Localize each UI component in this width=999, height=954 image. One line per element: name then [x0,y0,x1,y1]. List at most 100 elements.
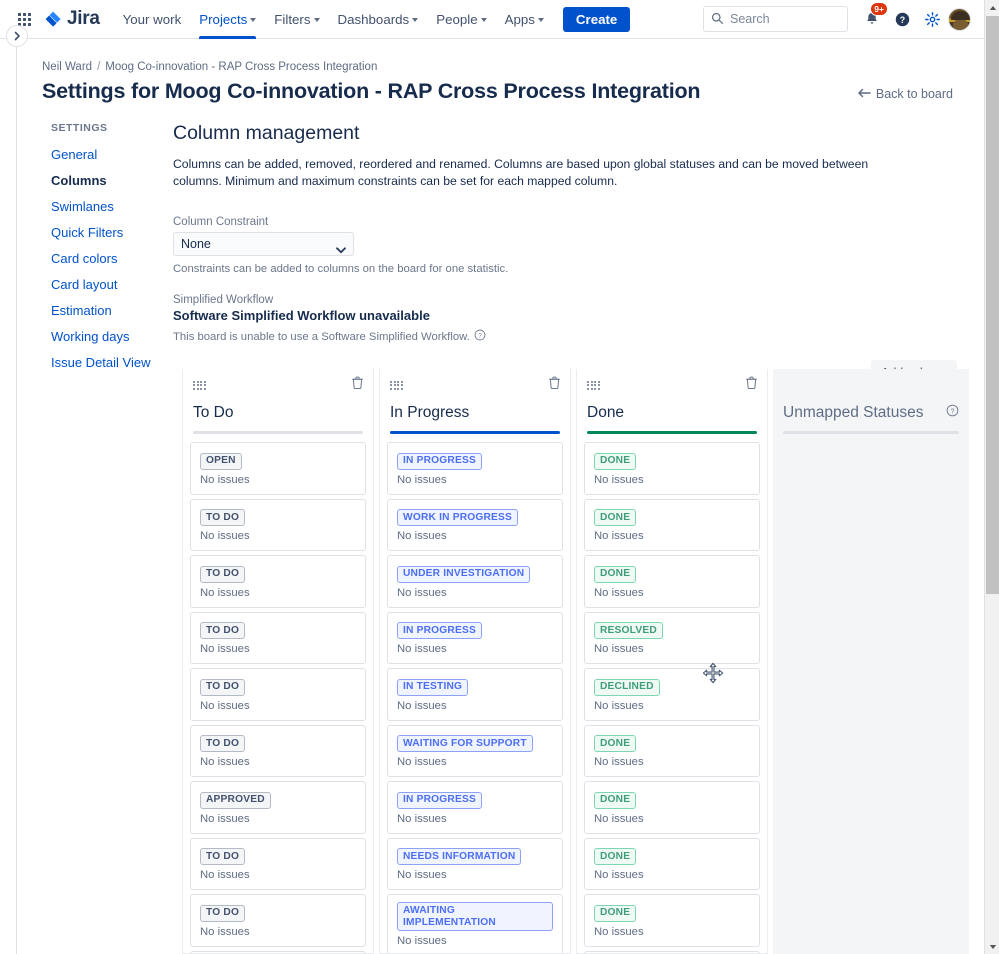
column-title[interactable]: To Do [193,404,363,422]
breadcrumb-project[interactable]: Moog Co-innovation - RAP Cross Process I… [105,61,377,73]
column-header: Done [577,369,767,434]
jira-logo-icon [44,10,63,29]
status-card[interactable]: OPEN No issues [190,442,366,495]
status-card[interactable]: WAITING FOR SUPPORT No issues [387,724,563,777]
settings-gear-button[interactable] [918,5,946,33]
jira-logo[interactable]: Jira [44,8,100,30]
title-row: Settings for Moog Co-innovation - RAP Cr… [42,79,953,104]
nav-your-work[interactable]: Your work [114,0,191,39]
sidebar-item-general[interactable]: General [51,142,173,168]
status-card[interactable]: IN PROGRESS No issues [387,611,563,664]
search-box[interactable] [703,6,848,32]
status-card[interactable]: APPROVED No issues [190,781,366,834]
drag-handle-icon[interactable] [587,380,600,390]
status-card[interactable]: TO DO No issues [190,611,366,664]
section-heading: Column management [173,122,360,144]
status-card[interactable]: TO DO No issues [190,555,366,608]
status-lozenge: WAITING FOR SUPPORT [397,735,533,752]
notifications-button[interactable]: 9+ [858,2,888,33]
drag-handle-icon[interactable] [390,380,403,390]
status-card[interactable]: DONE No issues [584,555,760,608]
nav-apps[interactable]: Apps [496,0,553,39]
status-card[interactable]: TO DO No issues [190,894,366,947]
nav-filters[interactable]: Filters [265,0,328,39]
sidebar-item-estimation[interactable]: Estimation [51,298,173,324]
simplified-workflow-title: Software Simplified Workflow unavailable [173,308,430,323]
board-column-in-progress[interactable]: In Progress IN PROGRESS No issues WORK IN… [379,369,571,954]
delete-column-icon[interactable] [746,376,757,394]
status-card[interactable]: DECLINED No issues [584,668,760,721]
status-card[interactable]: DONE No issues [584,894,760,947]
status-card[interactable]: NEEDS INFORMATION No issues [387,837,563,890]
expand-sidebar-button[interactable] [6,25,28,47]
scroll-up-arrow-icon[interactable] [985,0,999,15]
status-card[interactable]: TO DO No issues [190,724,366,777]
status-card[interactable]: TO DO No issues [190,837,366,890]
settings-content: SETTINGS General Columns Swimlanes Quick… [18,122,983,385]
status-card[interactable]: AWAITING IMPLEMENTATION No issues [387,894,563,953]
sidebar-item-swimlanes[interactable]: Swimlanes [51,194,173,220]
nav-dashboards[interactable]: Dashboards [329,0,428,39]
status-lozenge: IN TESTING [397,678,469,696]
scrollbar-thumb[interactable] [986,16,999,594]
status-lozenge: DONE [594,791,637,809]
status-card[interactable]: WORK IN PROGRESS No issues [387,498,563,551]
breadcrumb-user[interactable]: Neil Ward [42,61,92,73]
board-column-unmapped-statuses[interactable]: Unmapped Statuses ? [773,369,969,954]
column-constraint-label: Column Constraint [173,216,269,228]
section-description: Columns can be added, removed, reordered… [173,157,869,188]
column-constraint-select[interactable]: None Issue Count Issue Count excluding s… [173,232,354,256]
status-card[interactable]: UNDER INVESTIGATION No issues [387,555,563,608]
create-button[interactable]: Create [562,6,631,32]
delete-column-icon[interactable] [352,376,363,394]
status-card[interactable]: RESOLVED No issues [584,611,760,664]
status-card[interactable]: TO DO No issues [190,668,366,721]
status-card[interactable]: IN TESTING No issues [387,668,563,721]
status-card[interactable]: DONE No issues [584,498,760,551]
chevron-down-icon [313,18,320,22]
sidebar-item-card-layout[interactable]: Card layout [51,272,173,298]
search-input[interactable] [730,12,847,26]
status-card[interactable]: CLOSEDNo issues [584,950,760,953]
delete-column-icon[interactable] [549,376,560,394]
status-card[interactable]: DONE No issues [584,837,760,890]
drag-handle-icon[interactable] [193,380,206,390]
back-to-board-link[interactable]: Back to board [857,87,953,101]
status-lozenge: WORK IN PROGRESS [397,509,519,526]
column-status-list: OPEN No issues TO DO No issues TO DO No iss… [183,434,373,953]
column-constraint-group: Column Constraint None Issue Count Issue… [173,216,957,275]
sidebar-item-card-colors[interactable]: Card colors [51,246,173,272]
status-card[interactable]: IN PROGRESS No issues [387,442,563,495]
column-title[interactable]: Done [587,404,757,422]
help-circle-icon[interactable]: ? [474,329,486,344]
user-avatar[interactable] [948,7,971,31]
status-card[interactable]: TO DO No issues [190,498,366,551]
help-button[interactable]: ? [888,5,916,33]
issue-count: No issues [594,812,644,825]
board-column-to-do[interactable]: To Do OPEN No issues TO DO No issues TO DO… [182,369,374,954]
scroll-down-arrow-icon[interactable] [985,939,999,954]
nav-projects[interactable]: Projects [190,0,265,39]
nav-people[interactable]: People [427,0,495,39]
status-card[interactable]: DONE No issues [584,442,760,495]
sidebar-item-quick-filters[interactable]: Quick Filters [51,220,173,246]
status-card[interactable]: DONE No issues [584,724,760,777]
issue-count: No issues [594,643,644,655]
board-column-done[interactable]: Done DONE No issues DONE No issues DONE No … [576,369,768,954]
column-constraint-hint: Constraints can be added to columns on t… [173,263,509,275]
vertical-scrollbar[interactable] [984,0,999,954]
sidebar-item-issue-detail-view[interactable]: Issue Detail View [51,350,173,376]
sidebar-item-working-days[interactable]: Working days [51,324,173,350]
chevron-down-icon [412,18,419,22]
issue-count: No issues [200,643,250,655]
status-lozenge: NEEDS INFORMATION [397,848,522,865]
help-circle-icon[interactable]: ? [946,404,959,422]
status-card[interactable]: IN PROGRESS No issues [387,781,563,834]
issue-count: No issues [594,699,644,712]
column-title[interactable]: In Progress [390,404,560,422]
status-card[interactable]: DONE No issues [584,781,760,834]
sidebar-item-columns[interactable]: Columns [51,168,173,194]
left-rail [0,39,17,954]
status-lozenge: DONE [594,452,637,470]
status-card[interactable]: TO DO3 issues [190,950,366,953]
